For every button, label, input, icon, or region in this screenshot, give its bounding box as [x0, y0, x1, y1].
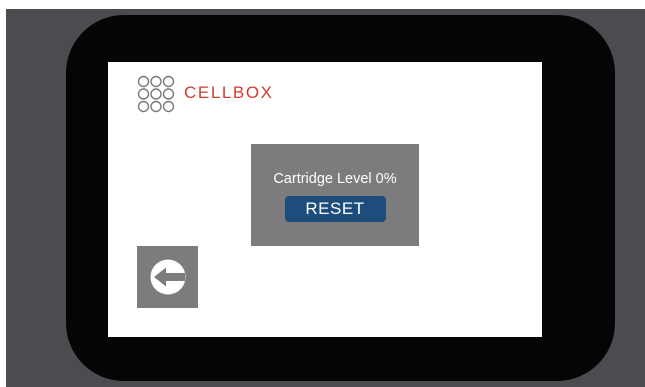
cartridge-level-panel: Cartridge Level 0% RESET	[251, 144, 419, 246]
back-arrow-icon	[150, 259, 185, 295]
back-button[interactable]	[137, 246, 198, 308]
device-screen: CELLBOX Cartridge Level 0% RESET	[108, 62, 542, 337]
reset-button[interactable]: RESET	[284, 196, 386, 222]
cartridge-level-label: Cartridge Level 0%	[273, 171, 397, 187]
cellbox-logo-icon	[137, 75, 175, 113]
brand-logo: CELLBOX	[137, 74, 274, 114]
brand-name: CELLBOX	[184, 82, 274, 102]
